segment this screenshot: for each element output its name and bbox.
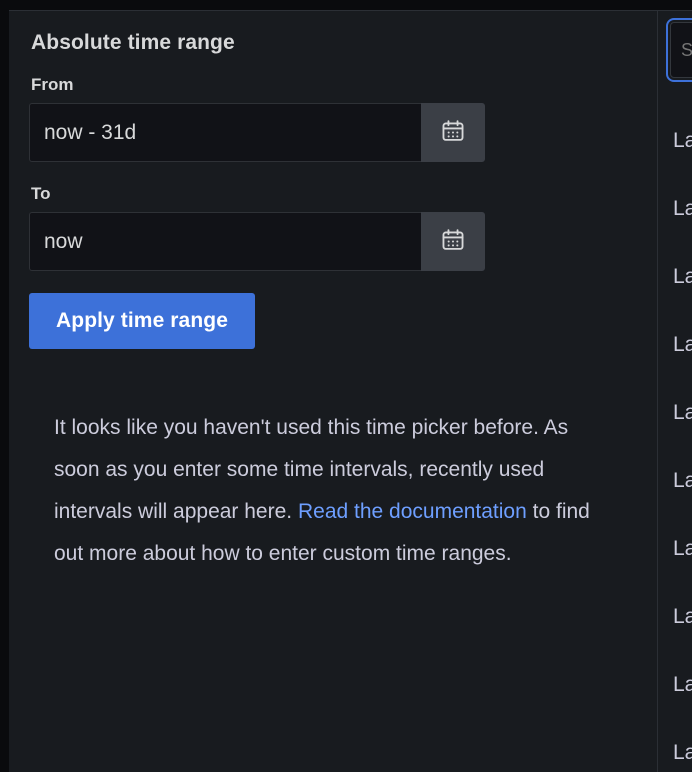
- list-item[interactable]: Last 30 minutes: [658, 243, 692, 311]
- list-item[interactable]: Last 7 days: [658, 719, 692, 772]
- from-calendar-button[interactable]: [421, 103, 485, 162]
- time-picker-popover: Absolute time range From now - 31d To no…: [0, 0, 692, 772]
- left-gutter: [0, 0, 9, 772]
- popover-body: Absolute time range From now - 31d To no…: [9, 10, 692, 772]
- list-item[interactable]: Last 2 days: [658, 651, 692, 719]
- to-input[interactable]: [29, 212, 421, 271]
- to-calendar-button[interactable]: [421, 212, 485, 271]
- list-item[interactable]: Last 3 hours: [658, 379, 692, 447]
- from-input[interactable]: [29, 103, 421, 162]
- quick-ranges-search-wrap: [666, 18, 692, 82]
- recently-used-help: It looks like you haven't used this time…: [54, 407, 614, 575]
- documentation-link[interactable]: Read the documentation: [298, 500, 527, 523]
- top-band: [0, 0, 692, 10]
- from-input-group: [29, 103, 485, 162]
- to-label: To: [31, 184, 51, 203]
- apply-time-range-button[interactable]: Apply time range: [29, 293, 255, 349]
- list-item[interactable]: Last 5 minutes: [658, 107, 692, 175]
- quick-ranges-panel: Last 5 minutes Last 15 minutes Last 30 m…: [657, 11, 692, 772]
- from-label: From: [31, 75, 74, 94]
- panel-title: Absolute time range: [31, 31, 235, 54]
- list-item[interactable]: Last 15 minutes: [658, 175, 692, 243]
- calendar-icon: [440, 227, 466, 256]
- quick-ranges-list: Last 5 minutes Last 15 minutes Last 30 m…: [658, 107, 692, 772]
- list-item[interactable]: Last 1 hour: [658, 311, 692, 379]
- list-item[interactable]: Last 6 hours: [658, 447, 692, 515]
- to-input-group: [29, 212, 485, 271]
- absolute-time-range-panel: Absolute time range From now - 31d To no…: [9, 11, 657, 772]
- list-item[interactable]: Last 24 hours: [658, 583, 692, 651]
- list-item[interactable]: Last 12 hours: [658, 515, 692, 583]
- search-input[interactable]: [666, 18, 692, 82]
- calendar-icon: [440, 118, 466, 147]
